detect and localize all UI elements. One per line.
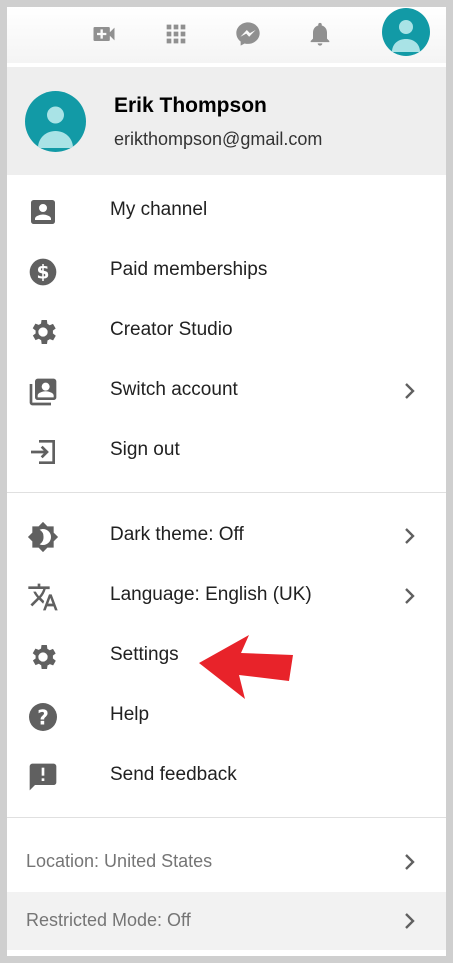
restricted-mode-label: Restricted Mode: Off [26, 910, 191, 930]
dollar-circle-icon: $ [27, 256, 59, 288]
help-icon: ? [27, 701, 59, 733]
menu-item-label: Help [110, 704, 150, 725]
menu-item-label: Creator Studio [110, 319, 233, 340]
switch-account-icon [27, 376, 59, 408]
top-bar [7, 7, 446, 63]
menu-item-switch-account[interactable]: Switch account [7, 363, 446, 419]
menu-item-my-channel[interactable]: My channel [7, 183, 446, 239]
menu-item-label: Paid memberships [110, 259, 268, 280]
chevron-right-icon [405, 588, 415, 604]
menu-item-label: Send feedback [110, 764, 237, 785]
menu-item-dark-theme[interactable]: Dark theme: Off [7, 508, 446, 564]
menu-item-label: Switch account [110, 379, 238, 400]
account-email: erikthompson@gmail.com [114, 129, 323, 149]
account-header: Erik Thompson erikthompson@gmail.com [7, 67, 446, 175]
restricted-mode-setting[interactable]: Restricted Mode: Off [7, 892, 446, 950]
translate-icon [27, 581, 59, 613]
avatar[interactable] [382, 8, 430, 56]
menu-item-language[interactable]: Language: English (UK) [7, 568, 446, 624]
chevron-right-icon [405, 854, 415, 870]
location-setting[interactable]: Location: United States [7, 833, 446, 891]
menu-item-creator-studio[interactable]: Creator Studio [7, 303, 446, 359]
gear-icon [27, 316, 59, 348]
apps-grid-icon[interactable] [161, 19, 191, 49]
feedback-icon [27, 761, 59, 793]
svg-text:?: ? [37, 705, 49, 729]
account-menu-panel: Erik Thompson erikthompson@gmail.com My … [7, 7, 446, 956]
location-label: Location: United States [26, 851, 213, 871]
section-divider [7, 492, 446, 493]
svg-text:$: $ [37, 263, 50, 284]
chevron-right-icon [405, 383, 415, 399]
brightness-icon [27, 521, 59, 553]
menu-item-send-feedback[interactable]: Send feedback [7, 748, 446, 804]
messages-icon[interactable] [233, 19, 263, 49]
menu-item-label: Dark theme: Off [110, 524, 244, 545]
video-add-icon[interactable] [89, 19, 119, 49]
highlight-arrow-icon [199, 635, 293, 699]
menu-item-sign-out[interactable]: Sign out [7, 423, 446, 479]
gear-icon [27, 641, 59, 673]
account-name: Erik Thompson [114, 94, 267, 117]
notifications-bell-icon[interactable] [305, 19, 335, 49]
menu-item-label: My channel [110, 199, 208, 220]
section-divider [7, 817, 446, 818]
menu-item-label: Settings [110, 644, 179, 665]
account-box-icon [27, 196, 59, 228]
chevron-right-icon [405, 528, 415, 544]
menu-item-label: Language: English (UK) [110, 584, 312, 605]
chevron-right-icon [405, 913, 415, 929]
sign-out-icon [27, 436, 59, 468]
account-avatar [25, 91, 86, 152]
menu-item-paid-memberships[interactable]: $ Paid memberships [7, 243, 446, 299]
menu-item-label: Sign out [110, 439, 180, 460]
